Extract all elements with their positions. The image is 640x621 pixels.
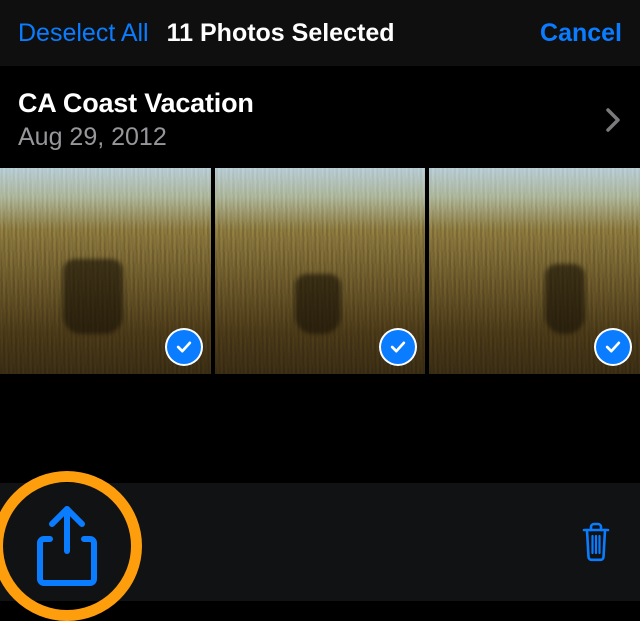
photo-thumbnail[interactable] bbox=[215, 168, 426, 374]
photo-thumbnail[interactable] bbox=[0, 168, 211, 374]
album-header[interactable]: CA Coast Vacation Aug 29, 2012 bbox=[0, 66, 640, 168]
cancel-button[interactable]: Cancel bbox=[540, 19, 622, 48]
album-date: Aug 29, 2012 bbox=[18, 123, 604, 152]
checkmark-icon bbox=[603, 337, 623, 357]
selection-count-title: 11 Photos Selected bbox=[167, 19, 395, 48]
photo-thumbnail[interactable] bbox=[429, 168, 640, 374]
checkmark-icon bbox=[174, 337, 194, 357]
annotation-circle bbox=[0, 471, 142, 621]
photo-thumbnail-row bbox=[0, 168, 640, 374]
top-toolbar: Deselect All 11 Photos Selected Cancel bbox=[0, 0, 640, 66]
trash-icon bbox=[578, 520, 614, 564]
chevron-right-icon bbox=[604, 106, 622, 134]
share-button-highlight bbox=[0, 471, 142, 621]
delete-button[interactable] bbox=[578, 520, 614, 564]
selection-checkmark[interactable] bbox=[167, 330, 201, 364]
selection-checkmark[interactable] bbox=[596, 330, 630, 364]
checkmark-icon bbox=[388, 337, 408, 357]
deselect-all-button[interactable]: Deselect All bbox=[18, 19, 149, 48]
album-title: CA Coast Vacation bbox=[18, 88, 604, 119]
